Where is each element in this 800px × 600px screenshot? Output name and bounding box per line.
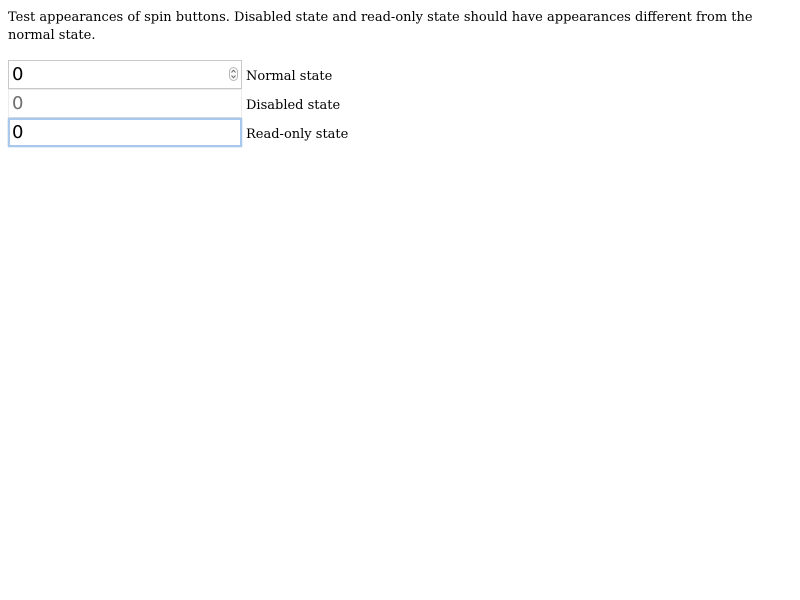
spin-value-normal: 0 <box>12 64 24 85</box>
spin-value-disabled: 0 <box>12 93 24 114</box>
spin-row-normal: 0 Normal state <box>8 60 408 89</box>
label-readonly-state: Read-only state <box>246 127 349 142</box>
up-down-arrows-icon[interactable] <box>229 67 238 81</box>
spin-value-readonly: 0 <box>12 122 24 143</box>
spin-button-disabled: 0 <box>8 89 242 118</box>
spin-button-readonly[interactable]: 0 <box>8 118 242 147</box>
spin-row-readonly: 0 Read-only state <box>8 118 408 147</box>
page-description: Test appearances of spin buttons. Disabl… <box>8 10 753 43</box>
label-disabled-state: Disabled state <box>246 98 341 113</box>
label-normal-state: Normal state <box>246 69 333 84</box>
spin-row-disabled: 0 Disabled state <box>8 89 408 118</box>
spin-button-normal[interactable]: 0 <box>8 60 242 89</box>
